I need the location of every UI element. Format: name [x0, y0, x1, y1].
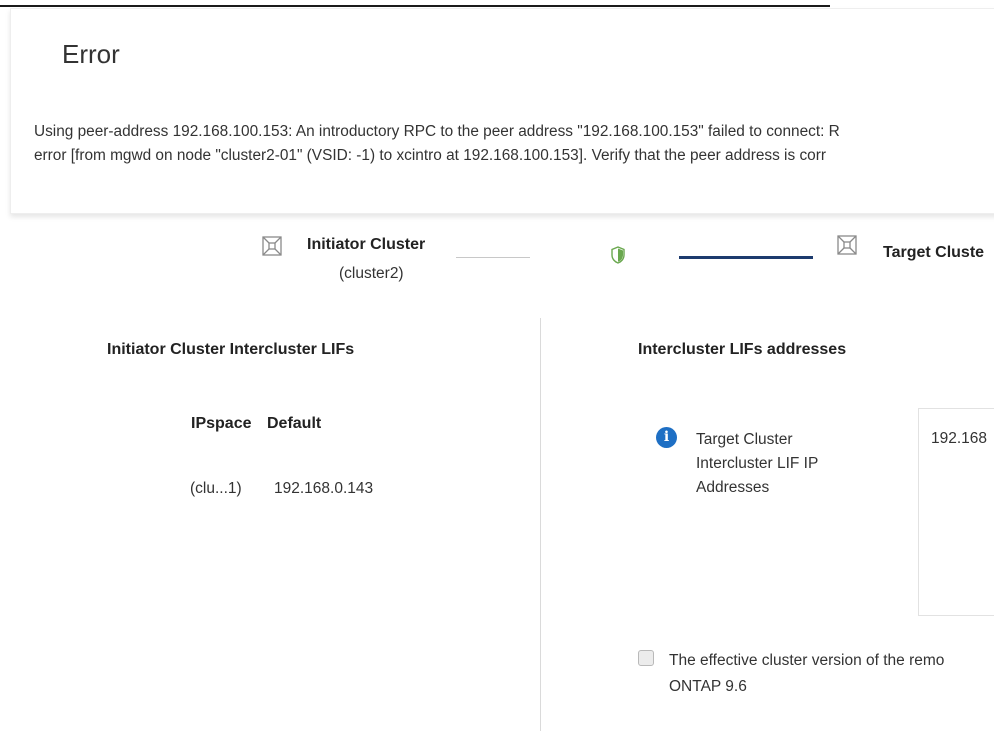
top-border: [0, 5, 830, 7]
ipspace-value: Default: [267, 415, 322, 432]
cluster-version-label-line-2: ONTAP 9.6: [669, 678, 747, 695]
target-lif-ip-label-line-2: Intercluster LIF IP: [696, 455, 819, 472]
target-lif-ip-label-line-1: Target Cluster: [696, 431, 793, 448]
left-panel-heading: Initiator Cluster Intercluster LIFs: [107, 341, 355, 358]
lif-node-name: (clu...1): [190, 480, 242, 497]
cluster-version-checkbox-label: The effective cluster version of the rem…: [669, 648, 944, 700]
target-cluster-label: Target Cluste: [883, 244, 985, 261]
error-message-line-2: error [from mgwd on node "cluster2-01" (…: [34, 147, 826, 164]
right-panel-heading: Intercluster LIFs addresses: [638, 341, 847, 358]
error-message: Using peer-address 192.168.100.153: An i…: [34, 120, 994, 168]
target-lif-ip-value: 192.168: [931, 430, 988, 447]
cluster-version-checkbox[interactable]: [638, 650, 654, 666]
target-lif-ip-label: Target Cluster Intercluster LIF IP Addre…: [696, 428, 896, 500]
link-line-right: [679, 256, 813, 259]
initiator-cluster-label: Initiator Cluster: [307, 236, 426, 253]
info-icon[interactable]: i: [656, 427, 677, 448]
error-title: Error: [62, 39, 120, 69]
panel-divider: [540, 318, 541, 731]
ipspace-label: IPspace: [191, 415, 252, 432]
lif-ip-address: 192.168.0.143: [274, 480, 374, 497]
cluster-node-icon: [262, 236, 282, 256]
cluster-version-label-line-1: The effective cluster version of the rem…: [669, 652, 945, 669]
initiator-cluster-name: (cluster2): [339, 265, 404, 282]
shield-icon: [611, 246, 625, 264]
target-lif-ip-label-line-3: Addresses: [696, 479, 770, 496]
error-panel: Error Using peer-address 192.168.100.153…: [10, 8, 994, 214]
link-line-left: [456, 257, 530, 258]
target-lif-ip-input[interactable]: 192.168: [918, 408, 994, 616]
cluster-node-icon: [837, 235, 857, 255]
error-message-line-1: Using peer-address 192.168.100.153: An i…: [34, 123, 840, 140]
